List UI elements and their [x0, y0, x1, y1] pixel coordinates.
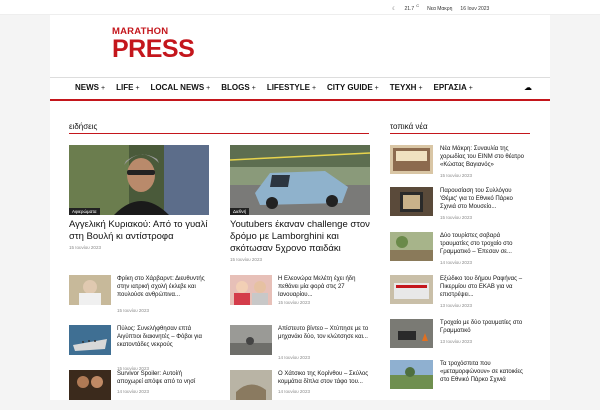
weather-cloud-icon[interactable]: ☁ — [524, 83, 532, 92]
local-news-title[interactable]: Τροχαίο με δύο τραυματίες στο Γραμματικό — [440, 319, 528, 335]
featured-title[interactable]: Youtubers έκαναν challenge στον δρόμο με… — [230, 219, 370, 255]
site-logo[interactable]: MARATHON PRESS — [112, 27, 195, 67]
local-news-date: 13 Ιουνίου 2023 — [440, 303, 472, 308]
article-title[interactable]: Survivor Spoiler: Αυτοί/ή αποχωρεί απόψε… — [117, 370, 209, 386]
featured-date: 15 Ιουνίου 2023 — [69, 245, 101, 250]
local-news-thumbnail[interactable] — [390, 360, 433, 389]
nav-item-city-guide[interactable]: CITY GUIDE + — [327, 83, 379, 92]
nav-item-life[interactable]: LIFE + — [116, 83, 139, 92]
list-item[interactable]: Πύλος: Συνελήφθησαν επτά Αιγύπτιοι διακι… — [69, 325, 209, 371]
local-news-date: 15 Ιουνίου 2023 — [440, 173, 472, 178]
article-date: 14 Ιουνίου 2023 — [278, 389, 310, 394]
local-news-thumbnail[interactable] — [390, 319, 433, 348]
local-news-thumbnail[interactable] — [390, 187, 433, 216]
list-item[interactable]: Survivor Spoiler: Αυτοί/ή αποχωρεί απόψε… — [69, 370, 209, 410]
nav-underline — [50, 99, 550, 101]
weather-location[interactable]: Νεα Μακρη — [427, 6, 452, 12]
article-thumbnail[interactable] — [230, 325, 272, 355]
current-date: 16 Ιουν 2023 — [460, 5, 490, 12]
local-news-item[interactable]: Τροχαίο με δύο τραυματίες στο Γραμματικό… — [390, 319, 530, 359]
nav-item-lifestyle[interactable]: LIFESTYLE + — [267, 83, 316, 92]
nav-item-news[interactable]: NEWS + — [75, 83, 105, 92]
list-item[interactable]: Ο Χάτσικο της Κορίνθου – Σκύλος κομμάτια… — [230, 370, 370, 410]
nav-item-blogs[interactable]: BLOGS + — [221, 83, 256, 92]
local-news-title[interactable]: Παρουσίαση του Συλλόγου 'Θέμις' για το Ε… — [440, 187, 528, 211]
featured-article[interactable]: Αφιερώματα Αγγελική Κυριακού: Από το γυα… — [69, 145, 209, 250]
local-news-item[interactable]: Εξώδικο του δήμου Ραφήνας – Πικερμίου στ… — [390, 275, 530, 315]
article-title[interactable]: Φρίκη στο Χάρβαρντ: Διευθυντής στην ιατρ… — [117, 275, 209, 299]
local-news-date: 15 Ιουνίου 2023 — [440, 215, 472, 220]
category-badge[interactable]: Διεθνή — [230, 208, 250, 215]
temperature-unit: C — [416, 3, 420, 8]
local-news-title[interactable]: Νέα Μάκρη: Συναυλία της χορωδίας του ΕΙΝ… — [440, 145, 528, 169]
article-title[interactable]: Απίστευτο βίντεο – Χτύπησε με το μηχανάκ… — [278, 325, 370, 341]
article-date: 14 Ιουνίου 2023 — [117, 389, 149, 394]
list-item[interactable]: Η Ελεονώρα Μελέτη έχει ήδη πεθάνει μία φ… — [230, 275, 370, 315]
local-news-date: 14 Ιουνίου 2023 — [440, 260, 472, 265]
local-news-title[interactable]: Εξώδικο του δήμου Ραφήνας – Πικερμίου στ… — [440, 275, 528, 299]
list-item[interactable]: Απίστευτο βίντεο – Χτύπησε με το μηχανάκ… — [230, 325, 370, 365]
temperature: 21.7 — [404, 5, 415, 12]
local-news-title[interactable]: Δύο τουρίστες σοβαρά τραυματίες στο τροχ… — [440, 232, 528, 256]
article-thumbnail[interactable] — [230, 370, 272, 400]
local-news-item[interactable]: Τα τροχόσπιτα που «μεταμορφώνουν» σε κατ… — [390, 360, 530, 400]
article-thumbnail[interactable] — [230, 275, 272, 305]
featured-image-crash[interactable]: Διεθνή — [230, 145, 370, 215]
article-title[interactable]: Ο Χάτσικο της Κορίνθου – Σκύλος κομμάτια… — [278, 370, 370, 386]
featured-title[interactable]: Αγγελική Κυριακού: Από το γυαλί στη Βουλ… — [69, 219, 209, 243]
article-date: 15 Ιουνίου 2023 — [117, 308, 149, 313]
top-bar: ☾ 21.7C Νεα Μακρη 16 Ιουν 2023 — [0, 0, 600, 15]
section-title-news[interactable]: ειδήσεις — [69, 122, 97, 131]
local-news-date: 13 Ιουνίου 2023 — [440, 339, 472, 344]
article-thumbnail[interactable] — [69, 370, 111, 400]
local-news-item[interactable]: Νέα Μάκρη: Συναυλία της χορωδίας του ΕΙΝ… — [390, 145, 530, 185]
article-date: 15 Ιουνίου 2023 — [278, 300, 310, 305]
section-title-local[interactable]: τοπικά νέα — [390, 122, 428, 131]
section-divider-local — [390, 133, 530, 134]
local-news-thumbnail[interactable] — [390, 145, 433, 174]
local-news-thumbnail[interactable] — [390, 275, 433, 304]
article-date: 14 Ιουνίου 2023 — [278, 355, 310, 360]
main-navigation: NEWS + LIFE + LOCAL NEWS + BLOGS + LIFESTYLE… — [50, 77, 550, 101]
nav-item-local-news[interactable]: LOCAL NEWS + — [151, 83, 211, 92]
section-divider-news — [69, 133, 369, 134]
local-news-title[interactable]: Τα τροχόσπιτα που «μεταμορφώνουν» σε κατ… — [440, 360, 528, 384]
local-news-thumbnail[interactable] — [390, 232, 433, 261]
logo-line-2: PRESS — [112, 35, 195, 63]
list-item[interactable]: Φρίκη στο Χάρβαρντ: Διευθυντής στην ιατρ… — [69, 275, 209, 315]
featured-article[interactable]: Διεθνή Youtubers έκαναν challenge στον δ… — [230, 145, 370, 262]
weather-icon: ☾ — [392, 5, 397, 12]
nav-item-issues[interactable]: ΤΕΥΧΗ + — [390, 83, 423, 92]
local-news-item[interactable]: Παρουσίαση του Συλλόγου 'Θέμις' για το Ε… — [390, 187, 530, 227]
featured-date: 15 Ιουνίου 2023 — [230, 257, 262, 262]
local-news-item[interactable]: Δύο τουρίστες σοβαρά τραυματίες στο τροχ… — [390, 232, 530, 272]
featured-image-portrait[interactable]: Αφιερώματα — [69, 145, 209, 215]
article-thumbnail[interactable] — [69, 275, 111, 305]
article-title[interactable]: Πύλος: Συνελήφθησαν επτά Αιγύπτιοι διακι… — [117, 325, 209, 349]
nav-item-jobs[interactable]: ΕΡΓΑΣΙΑ + — [434, 83, 473, 92]
article-title[interactable]: Η Ελεονώρα Μελέτη έχει ήδη πεθάνει μία φ… — [278, 275, 370, 299]
article-thumbnail[interactable] — [69, 325, 111, 355]
category-badge[interactable]: Αφιερώματα — [69, 208, 100, 215]
